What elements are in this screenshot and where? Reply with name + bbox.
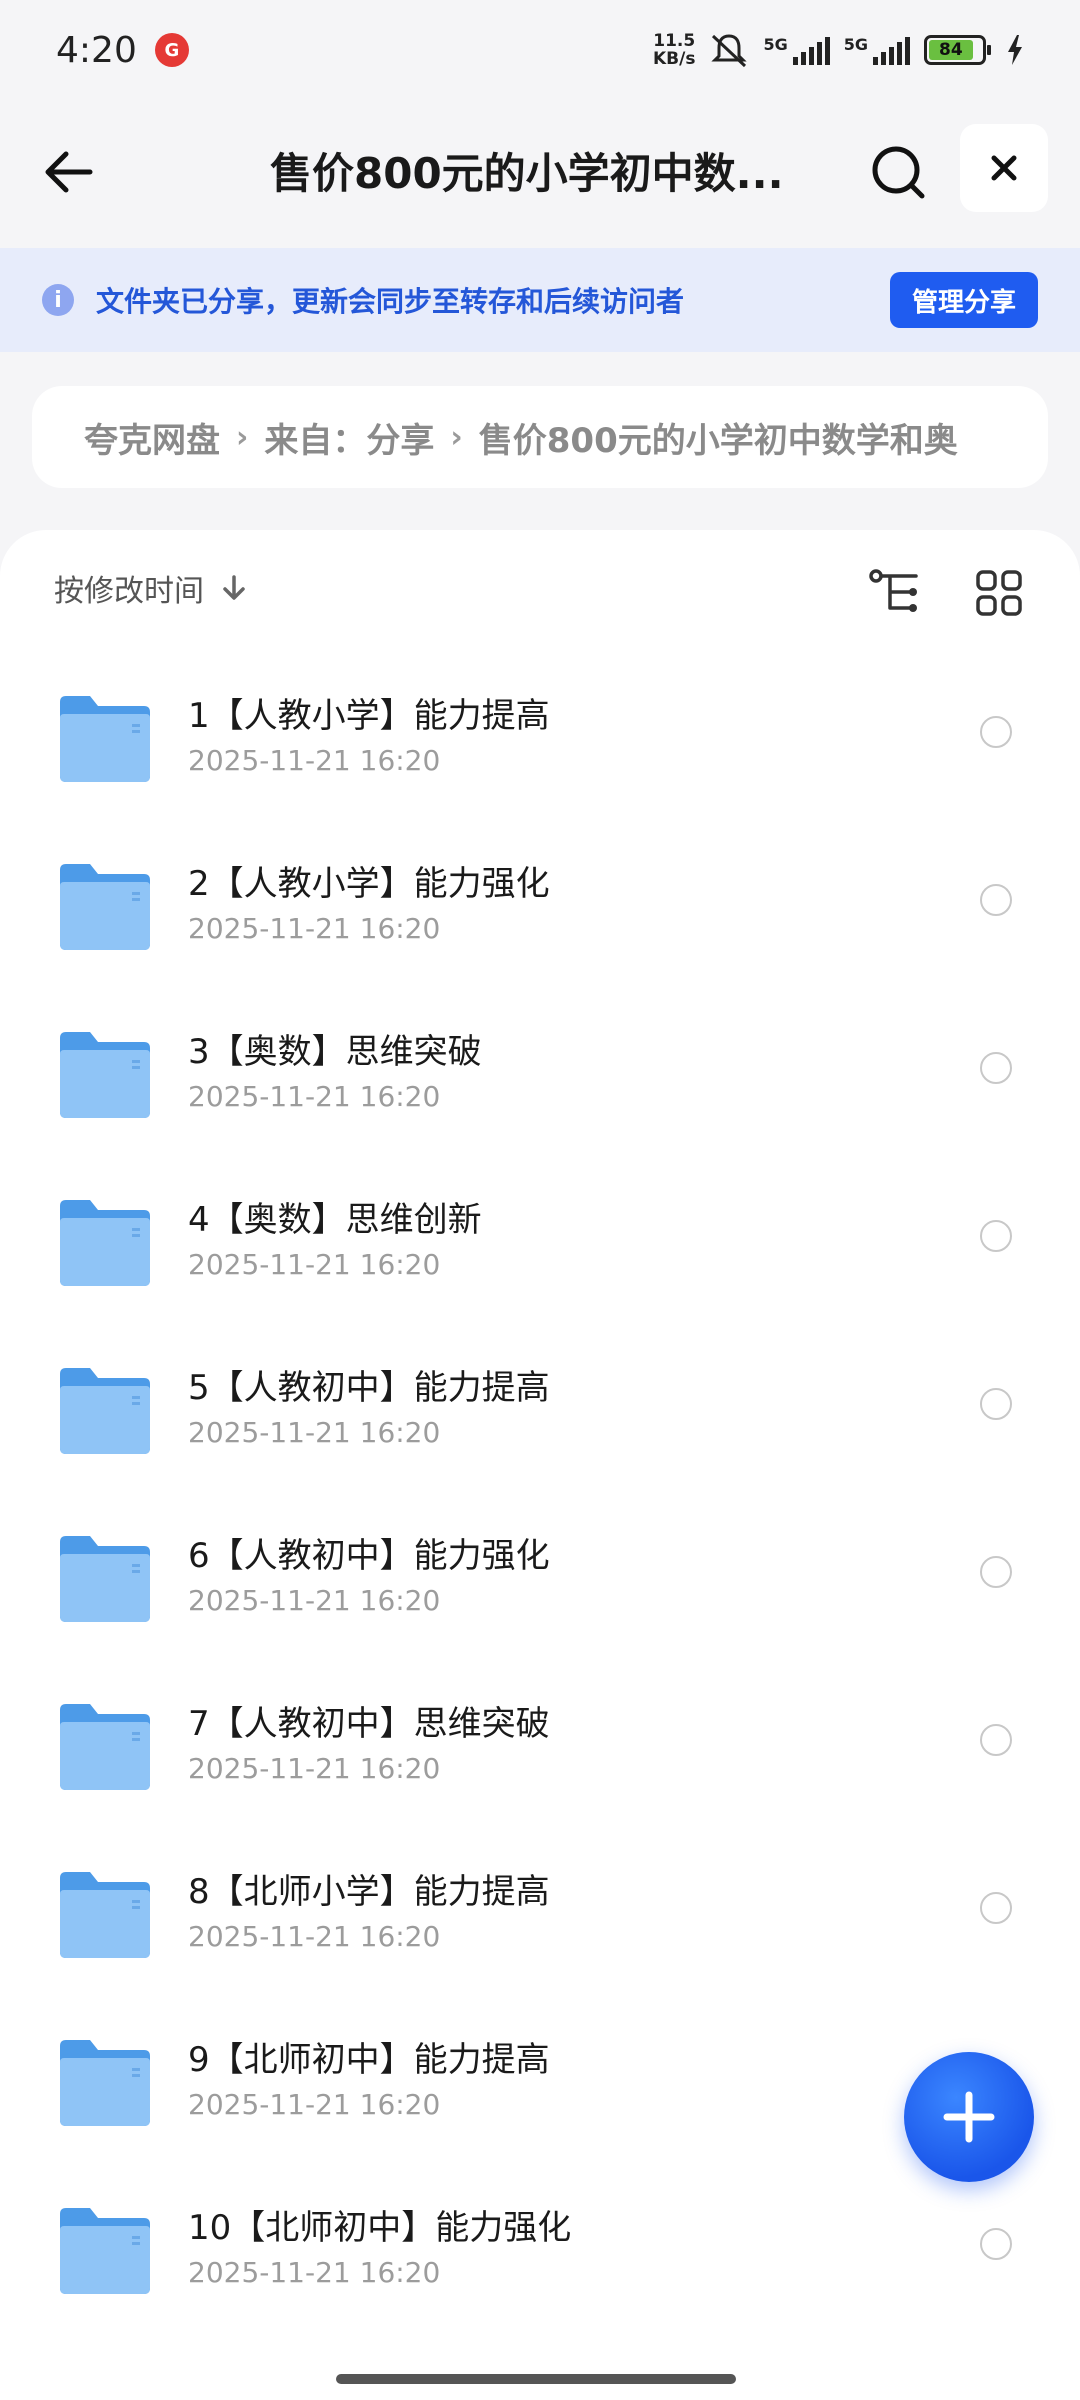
file-date: 2025-11-21 16:20: [188, 1080, 441, 1113]
select-radio[interactable]: [980, 716, 1012, 748]
folder-icon: [60, 2208, 150, 2294]
select-radio[interactable]: [980, 1220, 1012, 1252]
app-notification-icon: G: [154, 33, 189, 67]
list-item[interactable]: 3【奥数】思维突破 2025-11-21 16:20: [0, 1000, 1080, 1168]
back-arrow-icon[interactable]: [38, 140, 102, 204]
folder-icon: [60, 1200, 150, 1286]
file-name: 5【人教初中】能力提高: [188, 1368, 550, 1408]
file-date: 2025-11-21 16:20: [188, 912, 441, 945]
file-name: 8【北师小学】能力提高: [188, 1872, 550, 1912]
breadcrumb-item-current: 售价800元的小学初中数学和奥: [478, 420, 958, 461]
folder-icon: [60, 1872, 150, 1958]
list-item[interactable]: 6【人教初中】能力强化 2025-11-21 16:20: [0, 1504, 1080, 1672]
file-name: 4【奥数】思维创新: [188, 1200, 482, 1240]
list-item[interactable]: 10【北师初中】能力强化 2025-11-21 16:20: [0, 2176, 1080, 2344]
list-item[interactable]: 1【人教小学】能力提高 2025-11-21 16:20: [0, 664, 1080, 832]
add-button[interactable]: [904, 2052, 1034, 2182]
file-date: 2025-11-21 16:20: [188, 2256, 441, 2289]
manage-share-button[interactable]: 管理分享: [889, 272, 1038, 328]
select-radio[interactable]: [980, 1892, 1012, 1924]
list-item[interactable]: 4【奥数】思维创新 2025-11-21 16:20: [0, 1168, 1080, 1336]
list-item[interactable]: 5【人教初中】能力提高 2025-11-21 16:20: [0, 1336, 1080, 1504]
select-radio[interactable]: [980, 884, 1012, 916]
mute-icon: [711, 34, 748, 68]
chevron-right-icon: ›: [450, 419, 463, 455]
top-app-bar: 售价800元的小学初中数...: [0, 120, 1080, 220]
home-indicator[interactable]: [336, 2374, 736, 2384]
list-item[interactable]: 2【人教小学】能力强化 2025-11-21 16:20: [0, 832, 1080, 1000]
select-radio[interactable]: [980, 1052, 1012, 1084]
file-name: 3【奥数】思维突破: [188, 1032, 482, 1072]
battery-level: 84: [929, 40, 973, 60]
select-radio[interactable]: [980, 1388, 1012, 1420]
sort-label: 按修改时间: [54, 574, 204, 609]
file-date: 2025-11-21 16:20: [188, 1752, 441, 1785]
select-radio[interactable]: [980, 2228, 1012, 2260]
grid-view-icon[interactable]: [970, 564, 1028, 622]
file-name: 6【人教初中】能力强化: [188, 1536, 550, 1576]
folder-icon: [60, 1032, 150, 1118]
share-banner: i 文件夹已分享，更新会同步至转存和后续访问者 管理分享: [0, 248, 1080, 352]
file-date: 2025-11-21 16:20: [188, 744, 441, 777]
status-indicators: 11.5 KB/s 5G 5G 84: [653, 32, 1024, 68]
status-time: 4:20: [56, 29, 137, 71]
select-radio[interactable]: [980, 1724, 1012, 1756]
file-name: 7【人教初中】思维突破: [188, 1704, 550, 1744]
breadcrumb-item-share[interactable]: 来自：分享: [264, 413, 434, 462]
signal-icon-sim1: 5G: [763, 35, 830, 65]
close-button[interactable]: [960, 124, 1048, 212]
file-date: 2025-11-21 16:20: [188, 1248, 441, 1281]
file-date: 2025-11-21 16:20: [188, 1920, 441, 1953]
file-name: 10【北师初中】能力强化: [188, 2208, 572, 2248]
folder-icon: [60, 1368, 150, 1454]
list-item[interactable]: 8【北师小学】能力提高 2025-11-21 16:20: [0, 1840, 1080, 2008]
folder-icon: [60, 1704, 150, 1790]
plus-icon: [943, 2091, 995, 2143]
tree-view-icon[interactable]: [866, 564, 924, 622]
network-speed: 11.5 KB/s: [653, 31, 696, 69]
file-name: 1【人教小学】能力提高: [188, 696, 550, 736]
chevron-right-icon: ›: [236, 419, 249, 455]
file-date: 2025-11-21 16:20: [188, 1416, 441, 1449]
select-radio[interactable]: [980, 1556, 1012, 1588]
breadcrumb: 夸克网盘 › 来自：分享 › 售价800元的小学初中数学和奥: [32, 386, 1048, 488]
share-banner-text: 文件夹已分享，更新会同步至转存和后续访问者: [96, 285, 685, 318]
info-icon: i: [42, 284, 74, 316]
arrow-down-icon: [223, 575, 245, 600]
status-bar: 4:20 G 11.5 KB/s 5G 5G 84: [0, 0, 1080, 100]
signal-icon-sim2: 5G: [844, 35, 910, 65]
folder-icon: [60, 2040, 150, 2126]
file-date: 2025-11-21 16:20: [188, 2088, 441, 2121]
search-icon[interactable]: [866, 140, 930, 204]
charging-icon: [1008, 35, 1022, 65]
list-item[interactable]: 7【人教初中】思维突破 2025-11-21 16:20: [0, 1672, 1080, 1840]
battery-icon: 84: [924, 35, 991, 65]
file-name: 2【人教小学】能力强化: [188, 864, 550, 904]
folder-icon: [60, 1536, 150, 1622]
file-date: 2025-11-21 16:20: [188, 1584, 441, 1617]
breadcrumb-item-root[interactable]: 夸克网盘: [84, 413, 220, 462]
folder-icon: [60, 864, 150, 950]
sort-control[interactable]: 按修改时间: [54, 566, 248, 610]
file-name: 9【北师初中】能力提高: [188, 2040, 550, 2080]
page-title: 售价800元的小学初中数...: [270, 148, 784, 198]
folder-icon: [60, 696, 150, 782]
close-icon: [991, 155, 1017, 181]
